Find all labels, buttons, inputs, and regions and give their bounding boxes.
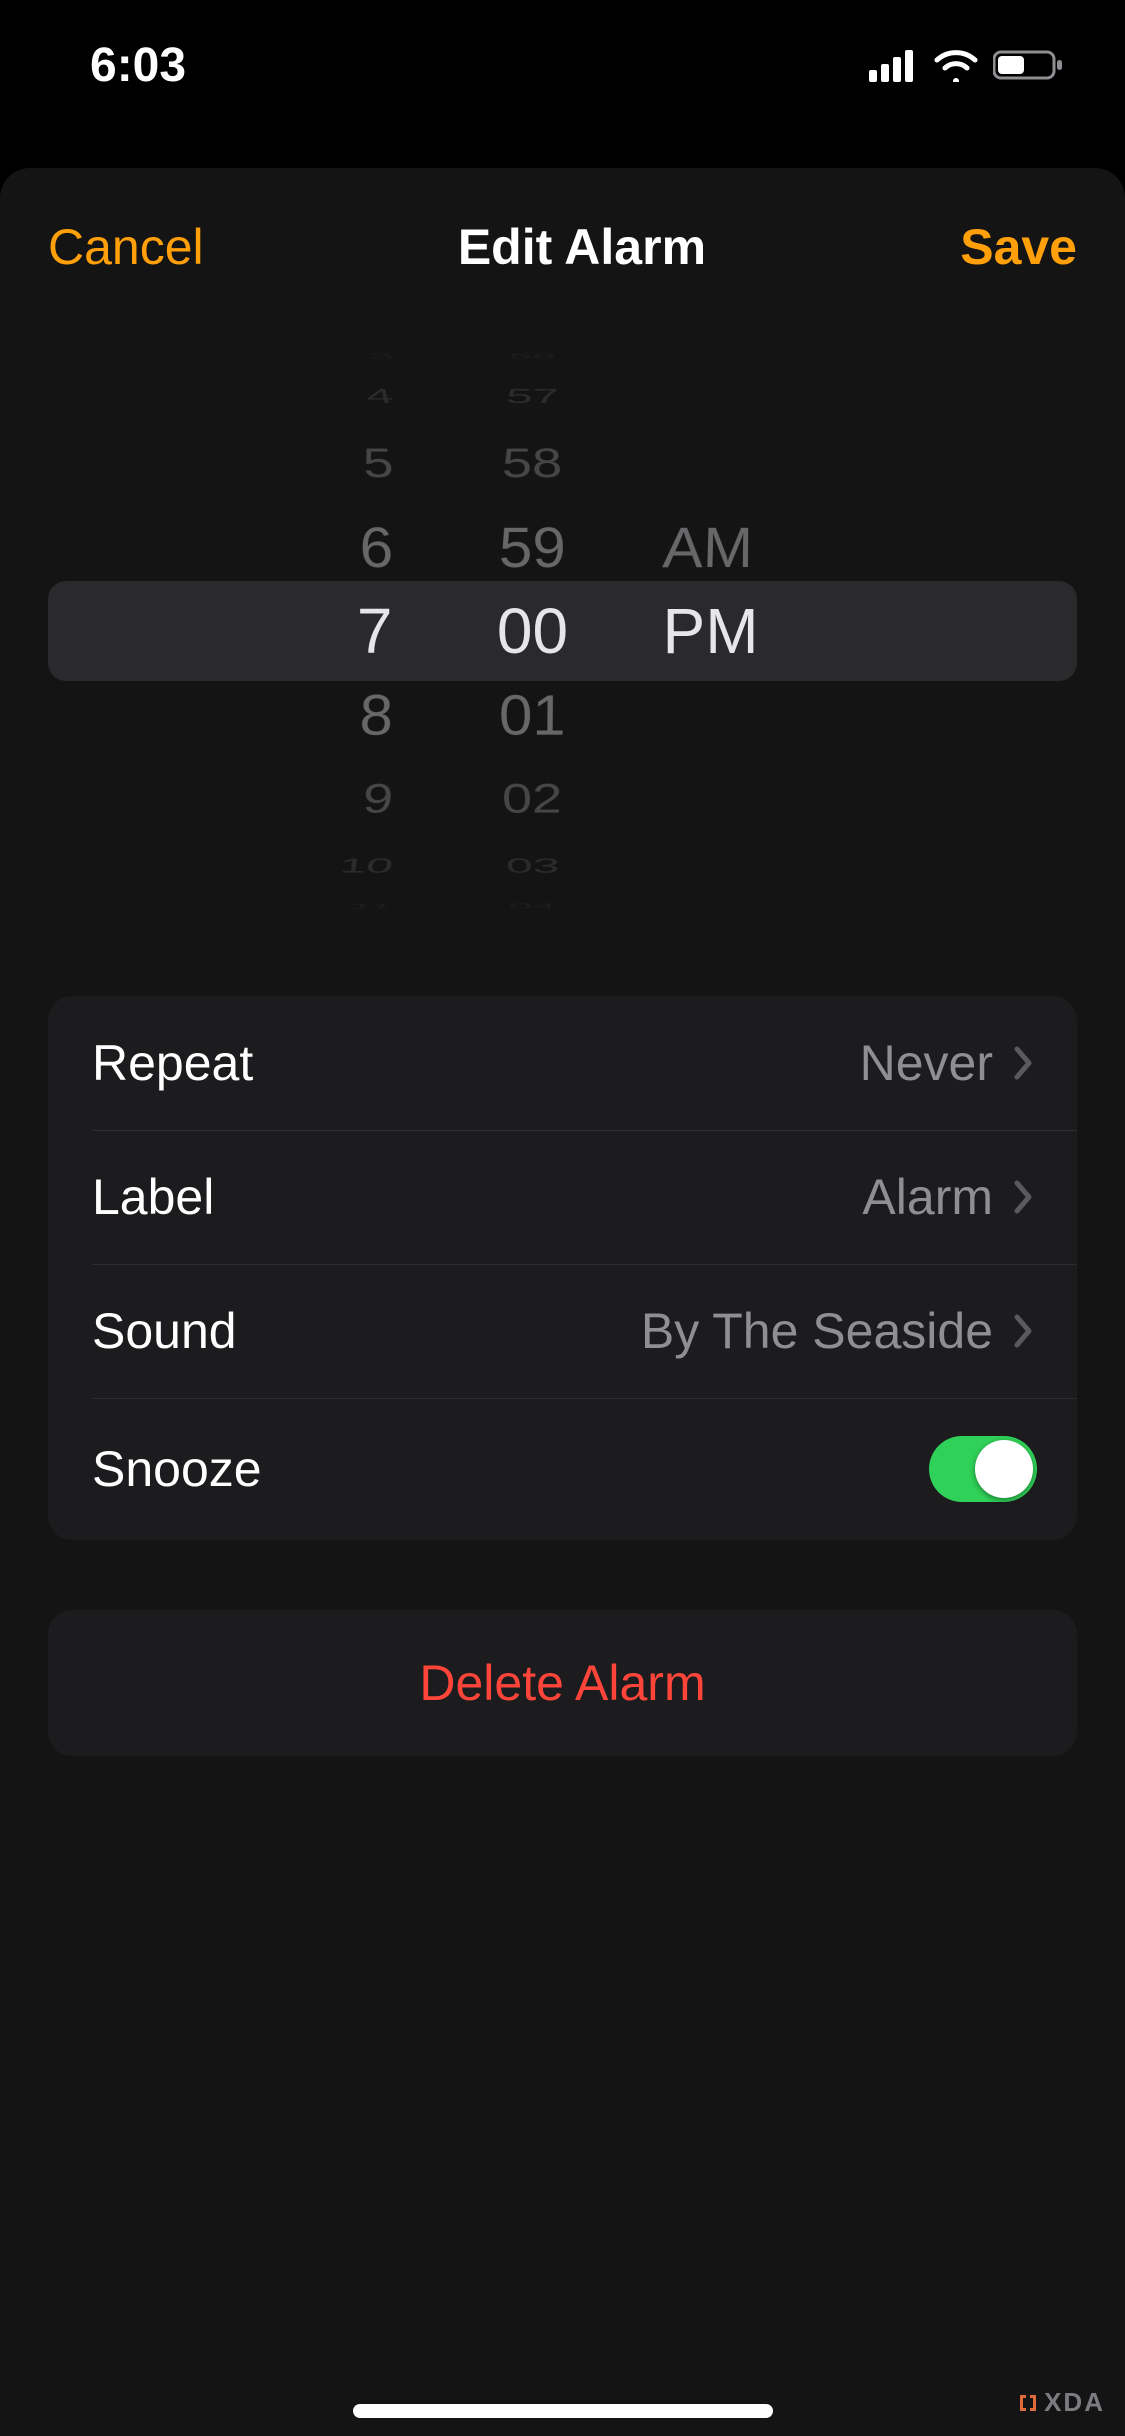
- label-value: Alarm: [862, 1168, 993, 1226]
- chevron-right-icon: [1011, 1177, 1037, 1217]
- status-time: 6:03: [90, 38, 186, 93]
- wheel-item: 04: [508, 903, 556, 908]
- chevron-right-icon: [1011, 1043, 1037, 1083]
- sound-value: By The Seaside: [641, 1302, 993, 1360]
- wheel-item: 02: [501, 765, 564, 830]
- label-row[interactable]: Label Alarm: [48, 1130, 1077, 1264]
- snooze-row: Snooze: [48, 1398, 1077, 1540]
- wheel-item: 58: [501, 432, 564, 497]
- wheel-item: 01: [499, 675, 567, 754]
- hour-wheel[interactable]: 3 4 5 6 7 8 9 10 11: [253, 336, 433, 926]
- ampm-wheel[interactable]: AM PM .: [633, 336, 873, 926]
- status-indicators: [869, 48, 1065, 82]
- repeat-value: Never: [860, 1034, 993, 1092]
- watermark: XDA: [1016, 2387, 1105, 2418]
- page-title: Edit Alarm: [458, 218, 706, 276]
- status-bar: 6:03: [0, 0, 1125, 130]
- chevron-right-icon: [1011, 1311, 1037, 1351]
- snooze-label: Snooze: [92, 1440, 262, 1498]
- wheel-item: 11: [250, 903, 395, 908]
- wheel-item: 10: [249, 855, 395, 876]
- home-indicator[interactable]: [353, 2404, 773, 2418]
- wheel-item: 03: [505, 855, 561, 876]
- minute-selected: 00: [497, 589, 568, 673]
- wheel-item: AM: [661, 508, 875, 587]
- repeat-label: Repeat: [92, 1034, 253, 1092]
- wifi-icon: [933, 48, 979, 82]
- cellular-icon: [869, 48, 919, 82]
- nav-bar: Cancel Edit Alarm Save: [0, 168, 1125, 316]
- hour-selected: 7: [253, 589, 393, 673]
- wheel-item: 8: [251, 675, 394, 754]
- battery-icon: [993, 48, 1065, 82]
- wheel-item: 6: [251, 508, 394, 587]
- repeat-row[interactable]: Repeat Never: [48, 996, 1077, 1130]
- label-label: Label: [92, 1168, 214, 1226]
- time-picker[interactable]: 3 4 5 6 7 8 9 10 11 56 57 58 59 00 01 02…: [0, 336, 1125, 926]
- delete-alarm-button[interactable]: Delete Alarm: [48, 1610, 1077, 1756]
- wheel-item: 4: [249, 386, 395, 407]
- delete-section: Delete Alarm: [48, 1610, 1077, 1756]
- sound-label: Sound: [92, 1302, 237, 1360]
- snooze-toggle[interactable]: [929, 1436, 1037, 1502]
- wheel-item: 56: [508, 353, 556, 358]
- alarm-settings-table: Repeat Never Label Alarm Sound By The Se…: [48, 996, 1077, 1540]
- wheel-item: 3: [250, 353, 395, 358]
- edit-alarm-sheet: Cancel Edit Alarm Save 3 4 5 6 7 8 9 10 …: [0, 168, 1125, 2436]
- minute-wheel[interactable]: 56 57 58 59 00 01 02 03 04: [433, 336, 633, 926]
- sound-row[interactable]: Sound By The Seaside: [48, 1264, 1077, 1398]
- wheel-item: 59: [499, 508, 567, 587]
- cancel-button[interactable]: Cancel: [48, 218, 204, 276]
- wheel-item: 5: [249, 432, 396, 497]
- wheel-item: 57: [505, 386, 561, 407]
- switch-knob: [975, 1440, 1033, 1498]
- ampm-selected: PM: [663, 589, 873, 673]
- save-button[interactable]: Save: [960, 218, 1077, 276]
- wheel-item: 9: [249, 765, 396, 830]
